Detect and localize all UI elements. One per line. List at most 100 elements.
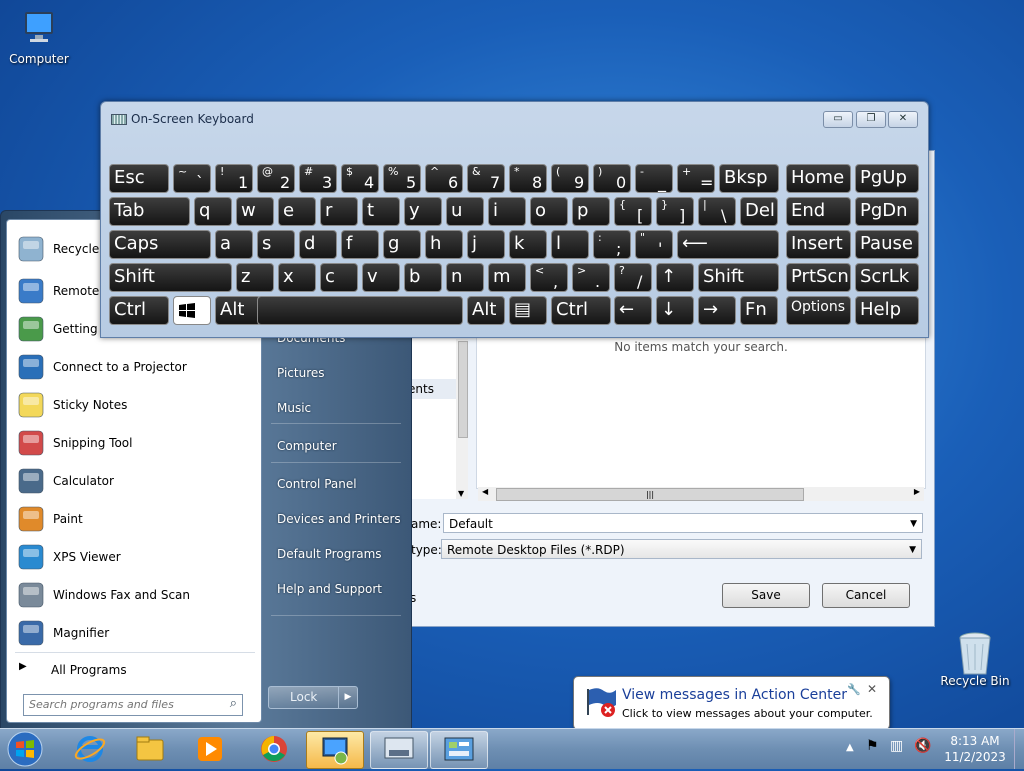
save-type-select[interactable]: Remote Desktop Files (*.RDP) ▼	[441, 539, 922, 559]
key-pgdn[interactable]: PgDn	[855, 197, 919, 226]
action-center-flag-icon[interactable]: ⚑	[866, 738, 879, 754]
key-insert[interactable]: Insert	[786, 230, 851, 259]
start-right-devices-and-printers[interactable]: Devices and Printers	[277, 512, 401, 526]
key-ralt[interactable]: Alt	[467, 296, 505, 325]
taskbar-button-control-panel[interactable]	[430, 731, 488, 769]
key-pgup[interactable]: PgUp	[855, 164, 919, 193]
key-prtscn[interactable]: PrtScn	[786, 263, 851, 292]
notification-title[interactable]: View messages in Action Center	[622, 687, 847, 703]
start-item-projector[interactable]: Connect to a Projector	[13, 350, 253, 384]
nav-scrollbar[interactable]: ▼	[456, 339, 468, 499]
key-i[interactable]: i	[488, 197, 526, 226]
key-n[interactable]: n	[446, 263, 484, 292]
lock-button[interactable]: Lock ▶	[268, 686, 358, 709]
key-home[interactable]: Home	[786, 164, 851, 193]
network-icon[interactable]: ▥	[890, 738, 903, 754]
key-left[interactable]: ←	[614, 296, 652, 325]
key-r[interactable]: r	[320, 197, 358, 226]
start-right-music[interactable]: Music	[277, 401, 311, 415]
start-right-help-and-support[interactable]: Help and Support	[277, 582, 382, 596]
key-8[interactable]: * 8	[509, 164, 547, 193]
key-rbracket[interactable]: }]	[656, 197, 694, 226]
taskbar-button-chrome[interactable]	[246, 731, 302, 767]
chevron-down-icon[interactable]: ▼	[909, 540, 916, 560]
desktop-icon-recycle-bin[interactable]: Recycle Bin	[937, 630, 1013, 688]
key-down[interactable]: ↓	[656, 296, 694, 325]
key-period[interactable]: >.	[572, 263, 610, 292]
key-win[interactable]	[173, 296, 211, 325]
key-t[interactable]: t	[362, 197, 400, 226]
chevron-right-icon[interactable]: ▶	[914, 487, 920, 496]
key-tab[interactable]: Tab	[109, 197, 190, 226]
start-right-control-panel[interactable]: Control Panel	[277, 477, 357, 491]
key-e[interactable]: e	[278, 197, 316, 226]
key-1[interactable]: ! 1	[215, 164, 253, 193]
restore-button[interactable]: ❐	[856, 111, 886, 128]
file-name-field[interactable]: Default ▼	[443, 513, 923, 533]
search-icon[interactable]: ⌕	[230, 696, 237, 711]
horizontal-scrollbar[interactable]: ◀ ||| ▶	[478, 487, 924, 501]
key-9[interactable]: (9	[551, 164, 589, 193]
taskbar-button-media-player[interactable]	[182, 731, 238, 767]
start-item-magnifier[interactable]: Magnifier	[13, 616, 253, 650]
key-h[interactable]: h	[425, 230, 463, 259]
close-button[interactable]: ✕	[888, 111, 918, 128]
chevron-left-icon[interactable]: ◀	[482, 487, 488, 496]
key-minus[interactable]: - _	[635, 164, 673, 193]
start-item-xps-viewer[interactable]: XPS Viewer	[13, 540, 253, 574]
file-list-pane[interactable]: No items match your search.	[476, 335, 926, 489]
key-rshift[interactable]: Shift	[698, 263, 779, 292]
start-right-computer[interactable]: Computer	[277, 439, 337, 453]
key-0[interactable]: ) 0	[593, 164, 631, 193]
key-pause[interactable]: Pause	[855, 230, 919, 259]
start-item-paint[interactable]: Paint	[13, 502, 253, 536]
key-x[interactable]: x	[278, 263, 316, 292]
save-button[interactable]: Save	[722, 583, 810, 608]
key-menu[interactable]: ▤	[509, 296, 547, 325]
key-d[interactable]: d	[299, 230, 337, 259]
key-o[interactable]: o	[530, 197, 568, 226]
key-a[interactable]: a	[215, 230, 253, 259]
chevron-right-icon[interactable]: ▶	[338, 687, 357, 708]
key-lalt[interactable]: Alt	[215, 296, 261, 325]
taskbar-button-remote-desktop[interactable]	[306, 731, 364, 769]
action-center-notification[interactable]: View messages in Action Center Click to …	[573, 676, 890, 730]
key-enter[interactable]: ⟵	[677, 230, 779, 259]
key-comma[interactable]: <,	[530, 263, 568, 292]
key-k[interactable]: k	[509, 230, 547, 259]
key-3[interactable]: #3	[299, 164, 337, 193]
key-s[interactable]: s	[257, 230, 295, 259]
start-item-calculator[interactable]: Calculator	[13, 464, 253, 498]
key-lctrl[interactable]: Ctrl	[109, 296, 169, 325]
taskbar-button-on-screen-keyboard[interactable]	[370, 731, 428, 769]
taskbar-button-windows-explorer[interactable]	[122, 731, 178, 767]
on-screen-keyboard-window[interactable]: On-Screen Keyboard ▭ ❐ ✕ Esc ~ `! 1 @2 #3 $4% 5…	[100, 101, 929, 338]
chevron-down-icon[interactable]: ▼	[910, 514, 917, 534]
taskbar-button-internet-explorer[interactable]	[62, 731, 118, 767]
key-lbracket[interactable]: {[	[614, 197, 652, 226]
key-right[interactable]: →	[698, 296, 736, 325]
key-rctrl[interactable]: Ctrl	[551, 296, 611, 325]
key-del[interactable]: Del	[740, 197, 778, 226]
key-bksp[interactable]: Bksp	[719, 164, 779, 193]
key-quote[interactable]: " '	[635, 230, 673, 259]
key-c[interactable]: c	[320, 263, 358, 292]
key-2[interactable]: @2	[257, 164, 295, 193]
key-slash[interactable]: ? /	[614, 263, 652, 292]
key-semicolon[interactable]: :;	[593, 230, 631, 259]
show-desktop-button[interactable]	[1014, 729, 1024, 769]
key-end[interactable]: End	[786, 197, 851, 226]
start-button[interactable]	[6, 730, 44, 768]
key-5[interactable]: % 5	[383, 164, 421, 193]
close-icon[interactable]: ✕	[867, 682, 877, 696]
start-right-pictures[interactable]: Pictures	[277, 366, 325, 380]
wrench-icon[interactable]: 🔧	[847, 683, 861, 696]
key-b[interactable]: b	[404, 263, 442, 292]
key-m[interactable]: m	[488, 263, 526, 292]
minimize-button[interactable]: ▭	[823, 111, 853, 128]
key-scrlk[interactable]: ScrLk	[855, 263, 919, 292]
search-box[interactable]: ⌕	[23, 694, 243, 716]
key-l[interactable]: l	[551, 230, 589, 259]
key-tilde[interactable]: ~ `	[173, 164, 211, 193]
cancel-button[interactable]: Cancel	[822, 583, 910, 608]
